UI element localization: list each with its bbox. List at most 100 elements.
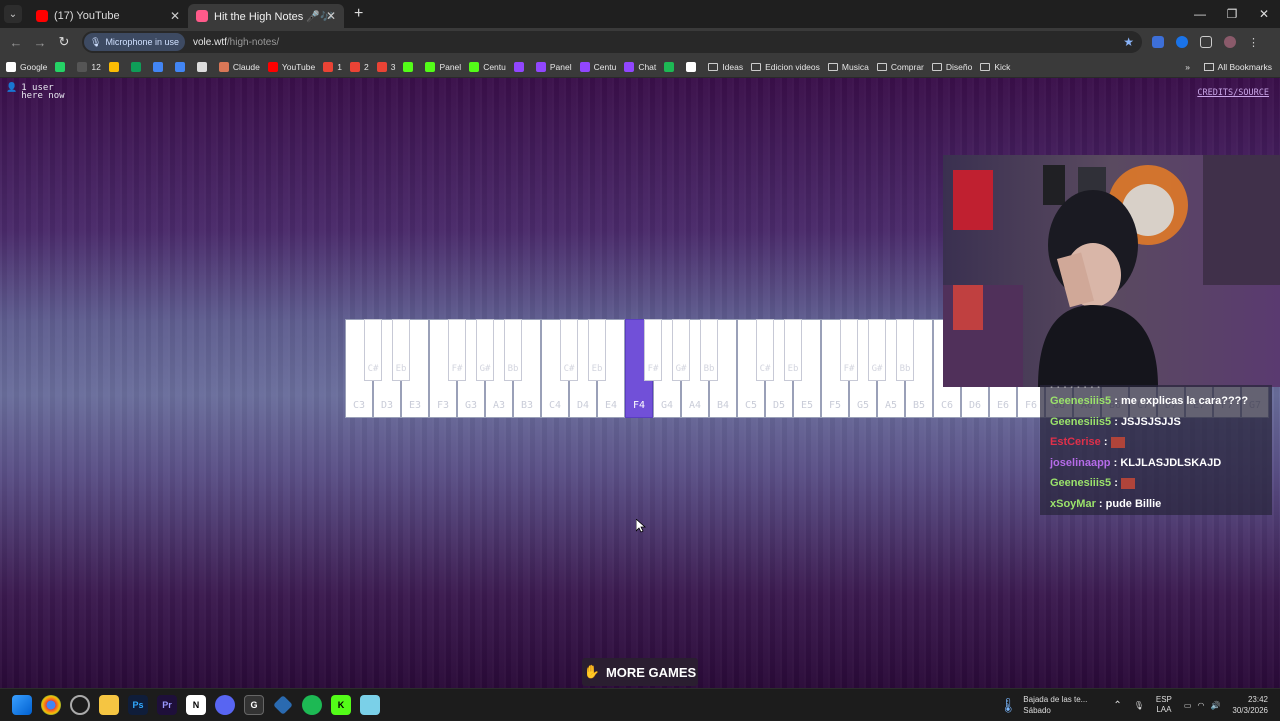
- tab-high-notes[interactable]: Hit the High Notes 🎤🎶 ✕: [188, 4, 344, 28]
- bookmark-item[interactable]: Panel: [535, 61, 572, 72]
- piano-black-key[interactable]: Eb: [588, 319, 606, 381]
- close-window-button[interactable]: ✕: [1248, 0, 1280, 28]
- premiere-icon[interactable]: Pr: [157, 694, 177, 715]
- bookmark-folder[interactable]: Kick: [980, 62, 1010, 72]
- bookmark-item[interactable]: Chat: [624, 61, 656, 72]
- bookmark-item[interactable]: [513, 61, 528, 72]
- emote-icon: [1110, 436, 1125, 448]
- bookmark-star-icon[interactable]: ★: [1123, 35, 1134, 49]
- bookmark-item[interactable]: YouTube: [267, 61, 315, 72]
- app-g-icon[interactable]: G: [244, 694, 264, 715]
- url-text[interactable]: vole.wtf/high-notes/: [193, 37, 279, 48]
- reload-button[interactable]: ↻: [52, 34, 76, 50]
- bookmark-folder[interactable]: Ideas: [708, 62, 743, 72]
- piano-black-key[interactable]: C#: [756, 319, 774, 381]
- bookmark-item[interactable]: [130, 61, 145, 72]
- chat-message: Geenesiiis5 : JSJSJSJJS: [1050, 416, 1181, 428]
- wifi-icon[interactable]: ◠: [1197, 701, 1204, 710]
- omnibox[interactable]: 🎙 Microphone in use vole.wtf/high-notes/…: [82, 31, 1142, 53]
- bookmark-folder[interactable]: Edicion videos: [751, 62, 820, 72]
- bookmark-item[interactable]: 12: [77, 61, 101, 72]
- bookmark-favicon-icon: [376, 61, 387, 72]
- profile-avatar[interactable]: [1224, 36, 1236, 48]
- bookmark-item[interactable]: 1: [323, 61, 342, 72]
- folder-icon: [931, 62, 942, 71]
- bookmark-item[interactable]: [196, 61, 211, 72]
- app-diamond-icon[interactable]: [273, 694, 293, 715]
- more-games-button[interactable]: ✋ MORE GAMES: [582, 658, 698, 686]
- bookmark-folder[interactable]: Comprar: [876, 62, 924, 72]
- bookmark-item[interactable]: Centu: [469, 61, 506, 72]
- bookmark-item[interactable]: [152, 61, 167, 72]
- extension-icon[interactable]: [1176, 36, 1188, 48]
- notion-icon[interactable]: N: [186, 694, 206, 715]
- bookmarks-overflow-button[interactable]: »: [1185, 62, 1190, 72]
- network-icon[interactable]: ▭: [1184, 701, 1192, 710]
- piano-black-key[interactable]: F#: [840, 319, 858, 381]
- bookmark-item[interactable]: Panel: [425, 61, 461, 72]
- bookmark-folder[interactable]: Diseño: [931, 62, 972, 72]
- bookmark-folder[interactable]: Musica: [827, 62, 869, 72]
- notepad-icon[interactable]: [360, 694, 380, 715]
- clock-date: 30/3/2026: [1232, 706, 1268, 715]
- all-bookmarks[interactable]: All Bookmarks: [1203, 61, 1272, 72]
- bookmark-item[interactable]: Google: [6, 61, 47, 72]
- maximize-button[interactable]: ❐: [1216, 0, 1248, 28]
- all-bookmarks-label: All Bookmarks: [1217, 61, 1272, 72]
- bookmark-item[interactable]: Claude: [218, 61, 260, 72]
- photoshop-icon[interactable]: Ps: [128, 694, 148, 715]
- piano-black-key[interactable]: C#: [560, 319, 578, 381]
- weather-widget[interactable]: Bajada de las te... Sábado: [1023, 694, 1087, 716]
- microphone-in-use-chip[interactable]: 🎙 Microphone in use: [84, 33, 185, 51]
- clock[interactable]: 23:42 30/3/2026: [1232, 694, 1268, 716]
- language-indicator[interactable]: ESP LAA: [1156, 695, 1172, 715]
- chrome-alt-icon[interactable]: [70, 694, 90, 715]
- piano-black-key[interactable]: Bb: [896, 319, 914, 381]
- bookmark-item[interactable]: Centu: [579, 61, 616, 72]
- bookmark-favicon-icon: [323, 61, 334, 72]
- tray-mic-icon[interactable]: 🎙: [1134, 701, 1144, 710]
- piano-black-key[interactable]: G#: [672, 319, 690, 381]
- bookmark-item[interactable]: [55, 61, 69, 72]
- bookmark-item[interactable]: 2: [349, 61, 369, 72]
- bookmark-item[interactable]: [403, 61, 417, 72]
- bookmark-item[interactable]: [686, 61, 700, 72]
- spotify-icon[interactable]: [302, 694, 322, 715]
- piano-black-key[interactable]: Eb: [392, 319, 410, 381]
- extension-icon[interactable]: [1152, 36, 1164, 48]
- chrome-icon[interactable]: [41, 694, 61, 715]
- bookmark-favicon-icon: [196, 61, 207, 72]
- windows-start-icon[interactable]: [12, 694, 32, 715]
- bookmark-favicon-icon: [218, 61, 229, 72]
- close-tab-icon[interactable]: ✕: [170, 9, 180, 23]
- kick-icon[interactable]: K: [331, 694, 351, 715]
- volume-icon[interactable]: 🔊: [1210, 701, 1220, 710]
- tab-youtube[interactable]: (17) YouTube ✕: [28, 4, 188, 28]
- bookmark-item[interactable]: [664, 61, 678, 72]
- new-tab-button[interactable]: +: [354, 5, 363, 23]
- piano-black-key[interactable]: C#: [364, 319, 382, 381]
- tray-chevron-icon[interactable]: ⌃: [1113, 700, 1121, 711]
- discord-icon[interactable]: [215, 694, 235, 715]
- tab-title: Hit the High Notes 🎤🎶: [214, 10, 334, 23]
- piano-black-key[interactable]: F#: [644, 319, 662, 381]
- back-button[interactable]: ←: [4, 35, 28, 50]
- tab-search-icon[interactable]: ⌄: [4, 5, 22, 23]
- piano-black-key[interactable]: G#: [476, 319, 494, 381]
- minimize-button[interactable]: —: [1184, 0, 1216, 28]
- piano-black-key[interactable]: G#: [868, 319, 886, 381]
- bookmark-item[interactable]: [174, 61, 189, 72]
- credits-link[interactable]: CREDITS/SOURCE: [1197, 88, 1269, 98]
- bookmark-favicon-icon: [624, 61, 635, 72]
- piano-black-key[interactable]: F#: [448, 319, 466, 381]
- piano-black-key[interactable]: Bb: [504, 319, 522, 381]
- forward-button[interactable]: →: [28, 35, 52, 50]
- piano-black-key[interactable]: Eb: [784, 319, 802, 381]
- puzzle-icon[interactable]: [1200, 36, 1212, 48]
- piano-black-key[interactable]: Bb: [700, 319, 718, 381]
- close-tab-icon[interactable]: ✕: [326, 9, 336, 23]
- bookmark-item[interactable]: 3: [376, 61, 395, 72]
- file-explorer-icon[interactable]: [99, 694, 119, 715]
- menu-icon[interactable]: ⋮: [1248, 36, 1259, 49]
- bookmark-item[interactable]: [108, 61, 123, 72]
